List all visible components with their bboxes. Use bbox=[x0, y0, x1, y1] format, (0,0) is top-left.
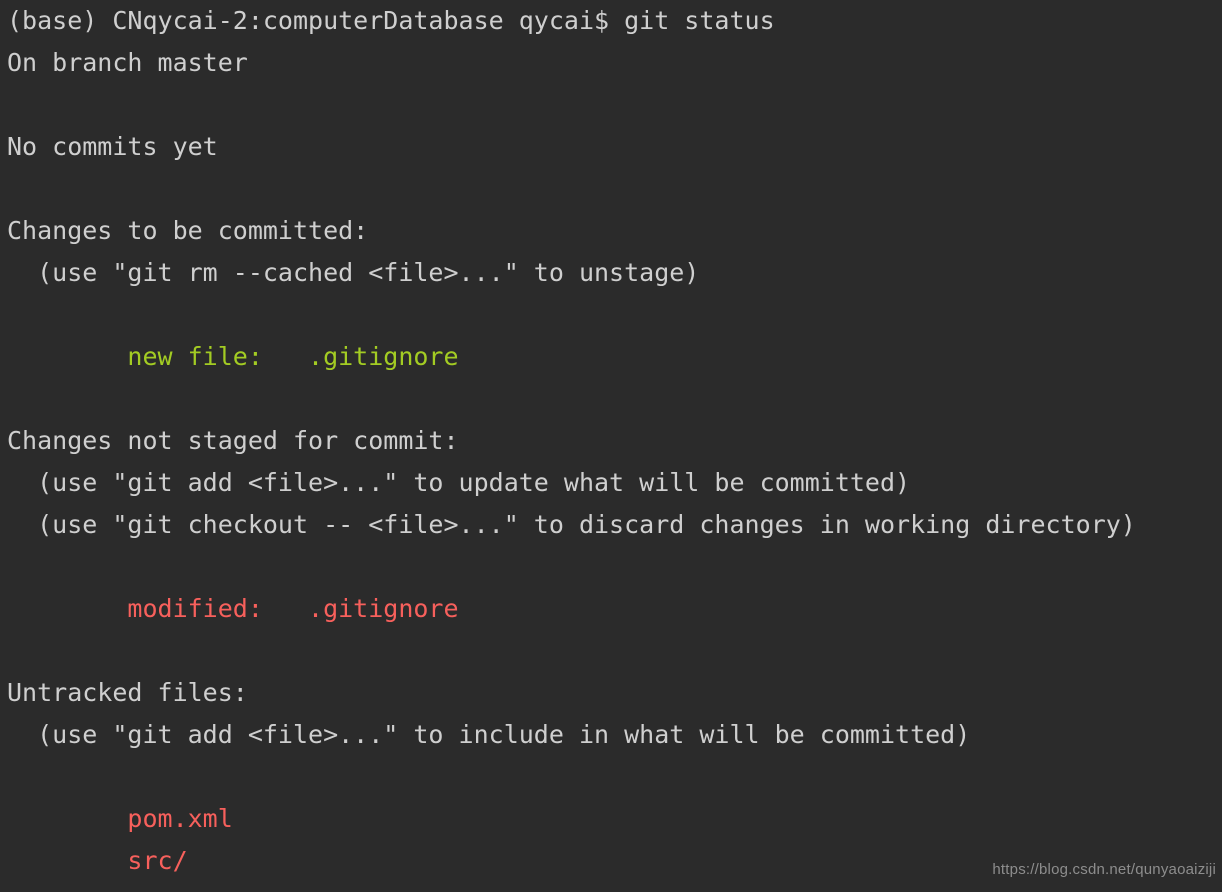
terminal-line: (use "git checkout -- <file>..." to disc… bbox=[7, 510, 1136, 539]
watermark-url: https://blog.csdn.net/qunyaoaiziji bbox=[992, 861, 1216, 878]
terminal-window[interactable]: (base) CNqycai-2:computerDatabase qycai$… bbox=[0, 0, 1222, 892]
terminal-line: On branch master bbox=[7, 48, 248, 77]
terminal-line: modified: .gitignore bbox=[7, 594, 459, 623]
terminal-line: (use "git add <file>..." to update what … bbox=[7, 468, 911, 497]
terminal-line: Changes not staged for commit: bbox=[7, 426, 459, 455]
terminal-line: new file: .gitignore bbox=[7, 342, 459, 371]
terminal-line: (use "git rm --cached <file>..." to unst… bbox=[7, 258, 700, 287]
terminal-line: (base) CNqycai-2:computerDatabase qycai$… bbox=[7, 6, 775, 35]
terminal-line: pom.xml bbox=[7, 804, 233, 833]
terminal-line: Changes to be committed: bbox=[7, 216, 369, 245]
terminal-line: Untracked files: bbox=[7, 678, 248, 707]
terminal-output: (base) CNqycai-2:computerDatabase qycai$… bbox=[0, 0, 1222, 882]
terminal-line: No commits yet bbox=[7, 132, 218, 161]
terminal-line: (use "git add <file>..." to include in w… bbox=[7, 720, 971, 749]
